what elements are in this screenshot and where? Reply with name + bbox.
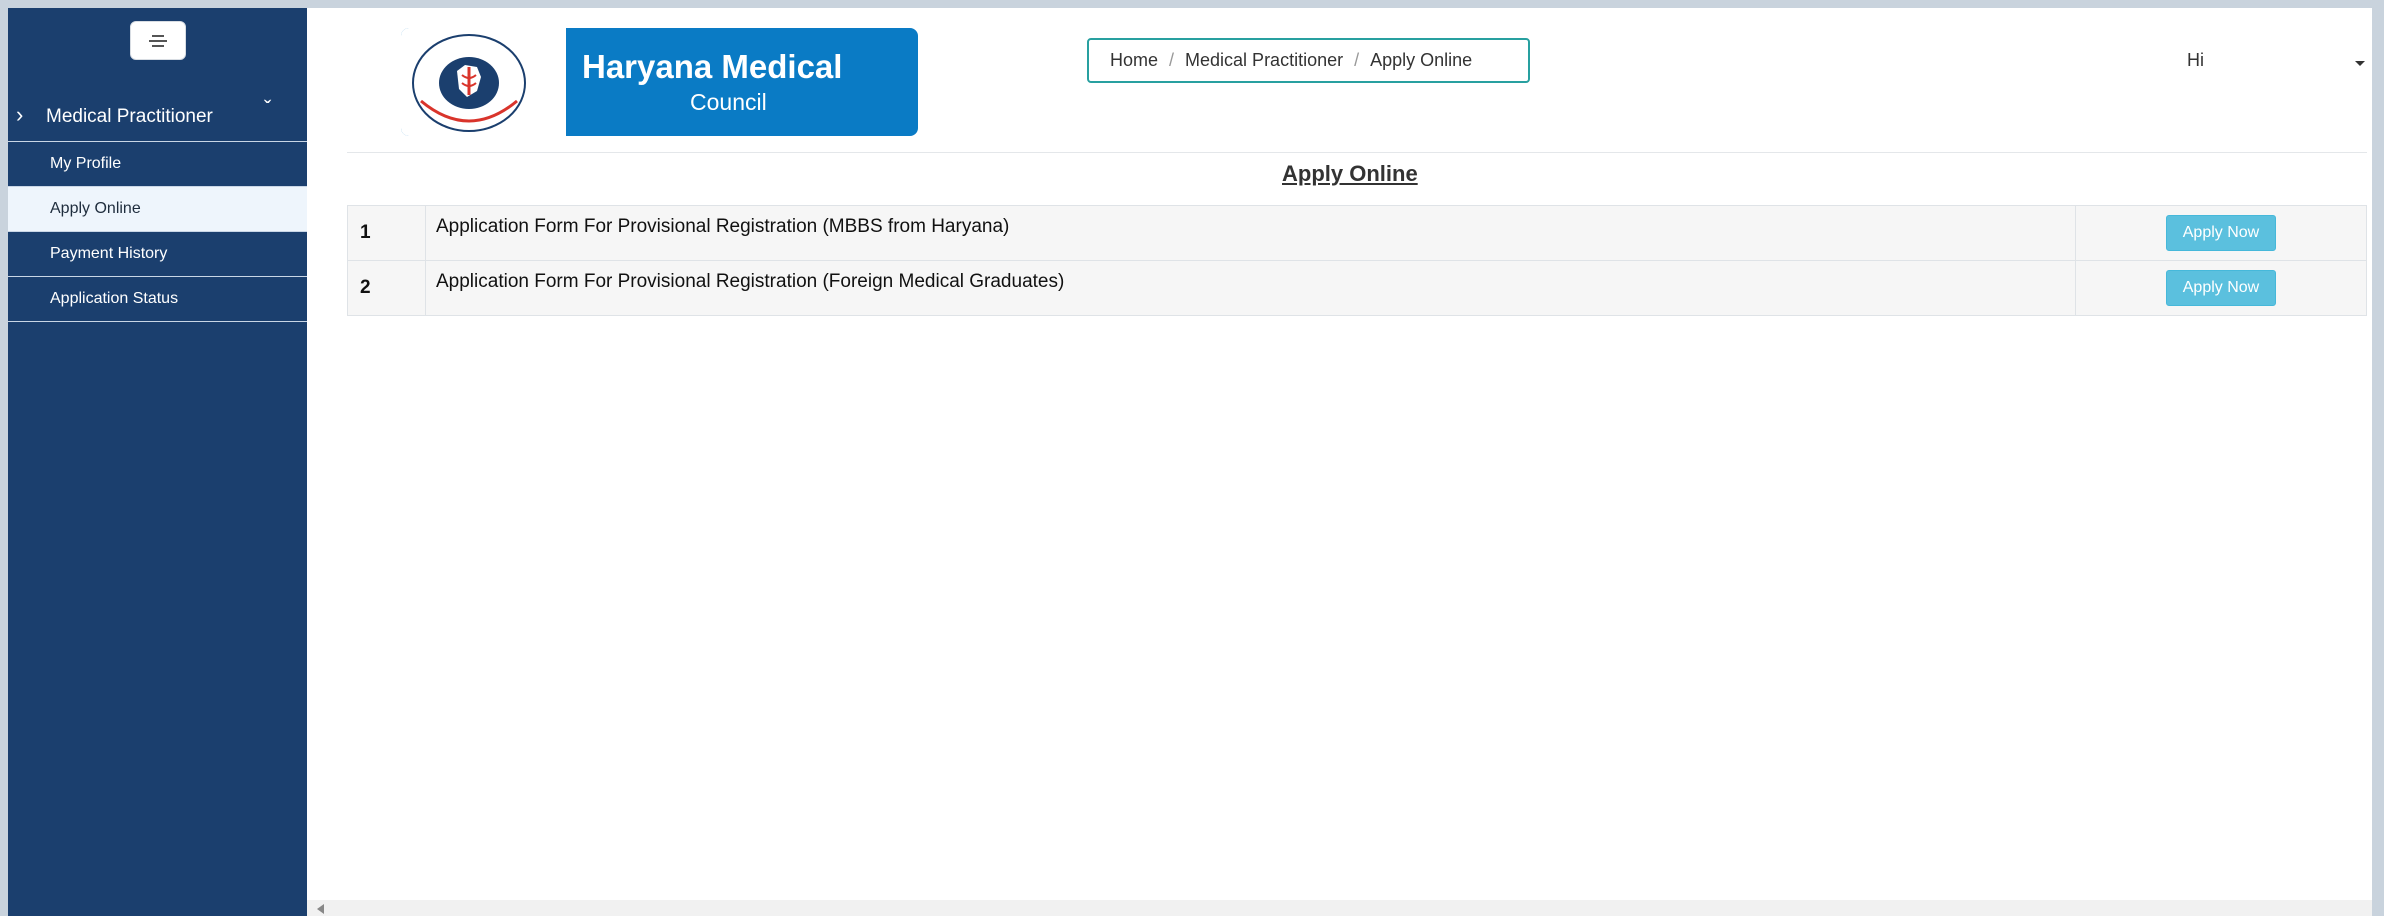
sidebar-item-apply-online[interactable]: Apply Online [8,187,307,231]
logo-subtitle: Council [690,89,767,115]
sidebar-item-my-profile[interactable]: My Profile [8,142,307,186]
table-row: 2 Application Form For Provisional Regis… [347,260,2367,316]
row-number: 1 [347,205,426,261]
sidebar-item-payment-history[interactable]: Payment History [8,232,307,276]
breadcrumb-current: Apply Online [1370,50,1473,70]
page-header: Haryana Medical Council Home / Medical P… [347,8,2367,153]
breadcrumb-medical-practitioner[interactable]: Medical Practitioner [1185,50,1343,71]
browser-viewport: › Medical Practitioner ˇ My Profile Appl… [8,8,2372,916]
table-row: 1 Application Form For Provisional Regis… [347,205,2367,261]
council-seal-icon [412,34,526,132]
divider [8,321,307,322]
hamburger-icon [149,32,167,50]
window-frame: › Medical Practitioner ˇ My Profile Appl… [0,0,2384,916]
row-action-cell: Apply Now [2075,205,2367,261]
application-title: Application Form For Provisional Registr… [425,205,2076,261]
row-number: 2 [347,260,426,316]
sidebar-section-medical-practitioner[interactable]: › Medical Practitioner ˇ [8,92,307,138]
council-logo[interactable]: Haryana Medical Council [401,28,918,136]
sidebar-item-label: Apply Online [50,200,141,217]
row-action-cell: Apply Now [2075,260,2367,316]
applications-table: 1 Application Form For Provisional Regis… [347,205,2367,316]
breadcrumb-separator: / [1169,50,1175,70]
user-greeting[interactable]: Hi [2187,50,2204,71]
scroll-left-icon[interactable] [317,904,324,914]
breadcrumb-separator: / [1354,50,1360,70]
breadcrumb: Home / Medical Practitioner / Apply Onli… [1087,38,1530,83]
sidebar-item-label: Application Status [50,290,179,307]
logo-seal-panel [401,28,566,136]
sidebar: › Medical Practitioner ˇ My Profile Appl… [8,8,307,916]
sidebar-section-label: Medical Practitioner [46,106,213,127]
horizontal-scrollbar[interactable] [307,900,2372,916]
sidebar-item-application-status[interactable]: Application Status [8,277,307,321]
sidebar-item-label: My Profile [50,155,122,172]
chevron-right-icon: › [16,102,24,127]
page-title: Apply Online [1282,161,1418,186]
application-title: Application Form For Provisional Registr… [425,260,2076,316]
main-content: Haryana Medical Council Home / Medical P… [307,8,2372,916]
apply-now-button[interactable]: Apply Now [2165,270,2277,306]
user-menu-caret-icon[interactable] [2355,61,2365,66]
breadcrumb-home[interactable]: Home [1110,50,1158,71]
sidebar-item-label: Payment History [50,245,168,262]
menu-toggle-button[interactable] [130,21,186,60]
chevron-down-icon: ˇ [264,96,272,121]
apply-now-button[interactable]: Apply Now [2165,215,2277,251]
logo-title: Haryana Medical [582,48,843,85]
